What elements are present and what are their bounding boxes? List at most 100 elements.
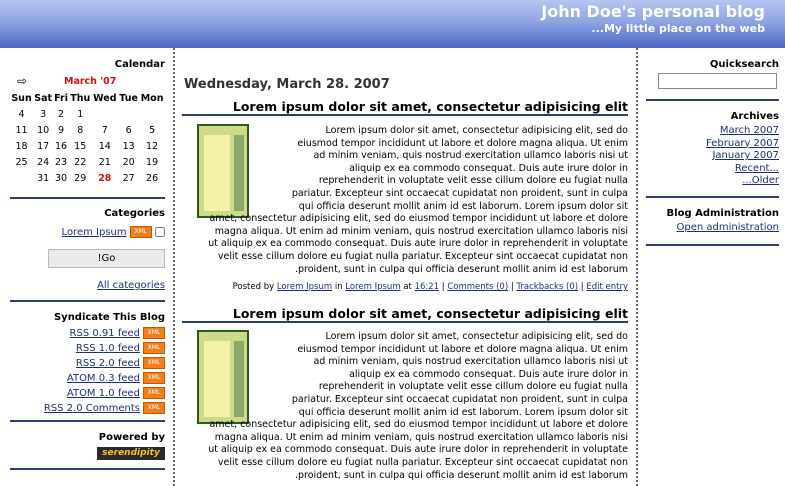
blog-title[interactable]: John Doe's personal blog [541,2,765,21]
entry-footer: Posted by Lorem Ipsum in Lorem Ipsum at … [232,282,628,292]
calendar-day[interactable]: 12 [139,138,165,154]
entry-body-line: reprehenderit in voluptate velit esse ci… [318,175,628,187]
trackbacks-link[interactable]: Trackbacks (0) [516,282,578,292]
xml-icon[interactable]: XML [143,372,165,384]
calendar-day[interactable]: 17 [33,138,53,154]
edit-entry-link[interactable]: Edit entry [586,282,628,292]
calendar-day[interactable]: 11 [10,122,33,138]
feed-link[interactable]: ATOM 0.3 feed [67,373,140,384]
entry-title[interactable]: Lorem ipsum dolor sit amet, consectetur … [233,99,628,114]
all-categories-link[interactable]: All categories [97,280,165,291]
footer-text: at [403,282,412,292]
quicksearch-input[interactable] [658,73,777,89]
calendar-day[interactable]: 22 [69,154,92,170]
calendar-day[interactable]: 9 [53,122,69,138]
calendar-day [139,106,165,122]
calendar-title: Calendar [114,59,165,70]
calendar-day[interactable]: 3 [33,106,53,122]
calendar-day[interactable]: 18 [10,138,33,154]
feed-list: RSS 0.91 feed XML RSS 1.0 feed XML RSS 2.0 f… [10,326,165,416]
author-link[interactable]: Lorem Ipsum [277,282,332,292]
entry-body-line: ut aliquip ex ea commodo consequat. Duis… [208,444,628,456]
calendar-day[interactable]: 26 [139,170,165,186]
entry-body-line: eiusmod tempor incididunt ut labore et d… [297,137,628,149]
calendar-day[interactable]: 13 [118,138,139,154]
entry-body: Lorem ipsum dolor sit amet, consectetur … [182,125,628,276]
calendar-day[interactable]: 29 [69,170,92,186]
syndicate-title: Syndicate This Blog [53,312,165,323]
calendar-day[interactable]: 14 [92,138,119,154]
feed-link[interactable]: ATOM 1.0 feed [67,388,140,399]
entry-body-line: velit esse cillum dolore eu fugiat nulla… [217,456,628,468]
xml-icon[interactable]: XML [143,387,165,399]
calendar-day-header: Mon [140,92,164,104]
calendar-day[interactable]: 1 [69,106,92,122]
category-link[interactable]: Lorem Ipsum [62,227,127,238]
divider [646,99,779,101]
calendar-day[interactable]: 21 [92,154,119,170]
calendar-day[interactable]: 19 [139,154,165,170]
entry-body-line: Lorem ipsum dolor sit amet, consectetur … [325,331,628,342]
quicksearch-title: Quicksearch [709,59,779,70]
feed-row: RSS 2.0 Comments XML [10,401,165,416]
left-arrow-icon[interactable]: ⇨ [17,74,27,88]
calendar-day[interactable]: 16 [53,138,69,154]
serendipity-logo[interactable]: serendipity [97,447,165,460]
feed-link[interactable]: RSS 2.0 Comments [44,403,140,414]
category-checkbox[interactable] [155,227,165,237]
xml-icon[interactable]: XML [143,402,165,414]
calendar-day[interactable]: 5 [139,122,165,138]
feed-row: ATOM 1.0 feed XML [10,386,165,401]
archive-link[interactable]: March 2007 [646,125,779,138]
archive-link[interactable]: Recent... [646,163,779,176]
footer-text: in [334,282,343,292]
calendar-day[interactable]: 10 [33,122,53,138]
comments-link[interactable]: Comments (0) [447,282,508,292]
calendar-day[interactable]: 2 [53,106,69,122]
calendar-day[interactable]: 20 [118,154,139,170]
category-link[interactable]: Lorem Ipsum [345,282,400,292]
calendar-day[interactable]: 8 [69,122,92,138]
go-button[interactable]: !Go [48,249,165,268]
calendar-day[interactable]: 4 [10,106,33,122]
archives-list: March 2007 February 2007 January 2007 Recen… [646,125,779,188]
archive-link[interactable]: January 2007 [646,150,779,163]
archive-link[interactable]: ...Older [646,175,779,188]
archives-title: Archives [730,111,779,122]
entry-body: Lorem ipsum dolor sit amet, consectetur … [182,331,628,482]
entry-body-line: .proident, sunt in culpa qui officia des… [294,469,628,481]
calendar-day[interactable]: 23 [53,154,69,170]
calendar-day[interactable]: 24 [33,154,53,170]
xml-icon[interactable]: XML [143,357,165,369]
feed-link[interactable]: RSS 2.0 feed [76,358,140,369]
calendar-day[interactable]: 7 [92,122,119,138]
entry-body-line: aliquip ex ea commodo consequat. Duis au… [349,368,628,380]
feed-row: RSS 0.91 feed XML [10,326,165,341]
entry-body-line: pariatur. Excepteur sint occaecat cupida… [291,393,628,405]
entry-title[interactable]: Lorem ipsum dolor sit amet, consectetur … [233,306,628,321]
feed-link[interactable]: RSS 0.91 feed [70,328,140,339]
xml-icon[interactable]: XML [143,327,165,339]
calendar-day[interactable]: 6 [118,122,139,138]
divider [10,300,165,302]
feed-link[interactable]: RSS 1.0 feed [76,343,140,354]
divider [10,468,165,470]
calendar-day[interactable]: 30 [53,170,69,186]
archive-link[interactable]: February 2007 [646,138,779,151]
footer-text: Posted by [232,282,275,292]
xml-icon[interactable]: XML [129,226,152,238]
time-link[interactable]: 16:21 [415,282,440,292]
calendar-day[interactable]: 31 [33,170,53,186]
calendar-day[interactable]: 15 [69,138,92,154]
entry-body-line: magna aliqua. Ut enim ad minim veniam, q… [214,431,628,443]
powered-by-title: Powered by [98,432,165,443]
xml-icon[interactable]: XML [143,342,165,354]
calendar-day[interactable]: 27 [118,170,139,186]
open-administration-link[interactable]: Open administration [676,222,779,233]
calendar-day[interactable]: 25 [10,154,33,170]
entry-body-line: qui officia deserunt mollit anim id est … [298,406,628,418]
calendar-day[interactable]: 28 [92,170,119,186]
entry-body-line: amet, consectetur adipisicing elit, sed … [209,419,628,431]
calendar-day-header: Tue [119,92,138,104]
calendar-table: Sun Sat Fri Thu Wed Tue Mon 4 3 2 1 11 10 9 8 7 6 5 18 17 1… [10,90,165,186]
